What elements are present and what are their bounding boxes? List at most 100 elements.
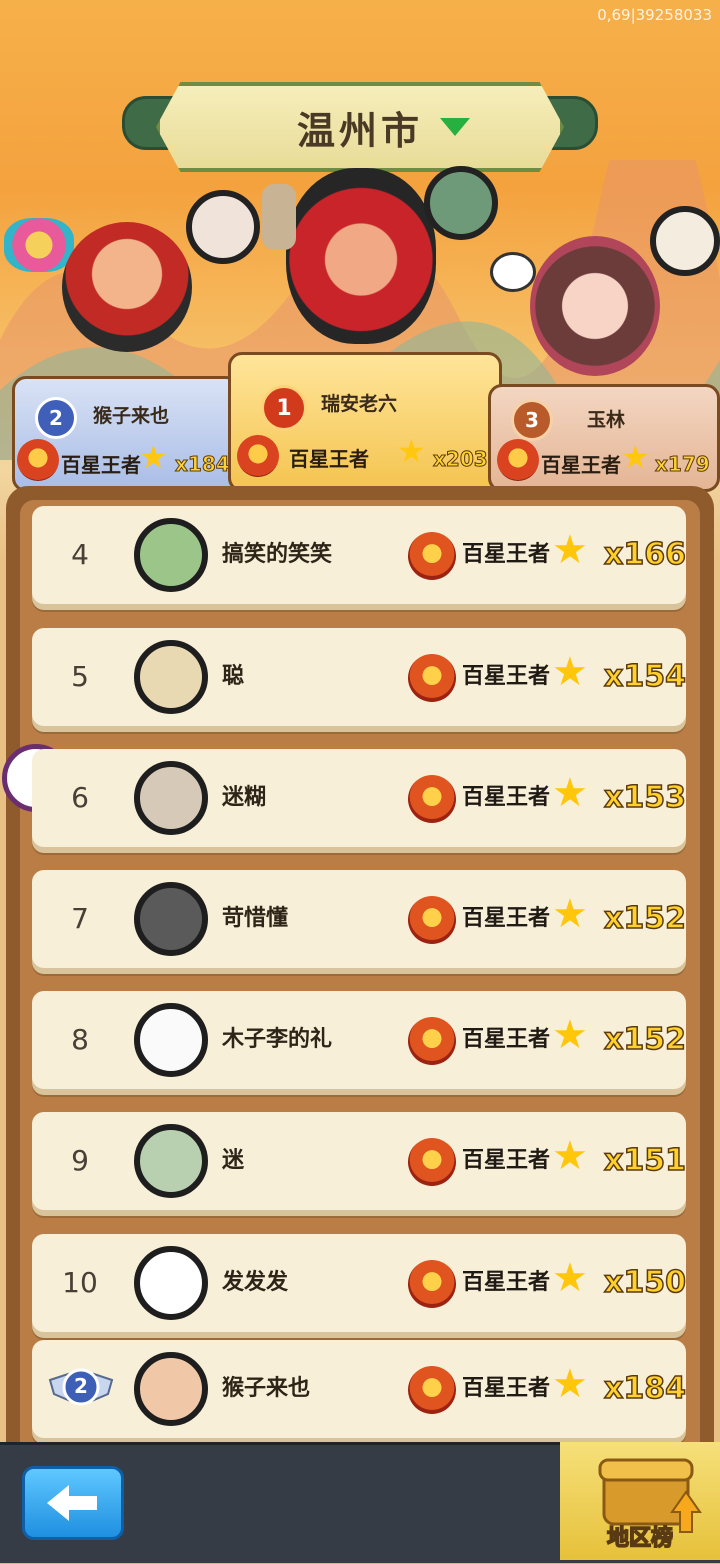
avatar[interactable] xyxy=(134,761,208,835)
leaderboard-row[interactable]: 6 迷糊 百星王者 ★ x153 xyxy=(32,749,687,847)
podium-title: 百星王者 xyxy=(541,453,621,477)
city-banner[interactable]: 温州市 xyxy=(156,82,564,172)
rank2-avatar[interactable] xyxy=(186,190,260,264)
podium-star-count: x203 xyxy=(433,447,489,472)
player-title: 百星王者 xyxy=(462,1270,551,1295)
player-title: 百星王者 xyxy=(462,906,551,931)
player-title: 百星王者 xyxy=(462,664,551,689)
leaderboard-row[interactable]: 9 迷 百星王者 ★ x151 xyxy=(32,1112,687,1210)
leaderboard-row[interactable]: 8 木子李的礼 百星王者 ★ x152 xyxy=(32,991,687,1089)
city-name: 温州市 xyxy=(296,109,423,153)
city-selector[interactable]: 温州市 xyxy=(122,82,598,172)
statue-decoration-icon xyxy=(262,184,296,250)
title-crest-icon xyxy=(408,532,456,580)
leaderboard-row[interactable]: 10 发发发 百星王者 ★ x150 xyxy=(32,1234,687,1332)
player-name: 迷 xyxy=(222,1148,245,1173)
podium-title: 百星王者 xyxy=(61,453,141,477)
star-icon: ★ xyxy=(552,1012,588,1058)
podium-name: 玉林 xyxy=(587,409,626,431)
panda-pet-icon xyxy=(490,252,536,292)
row-rank: 4 xyxy=(71,538,89,571)
region-leaderboard-label: 地区榜 xyxy=(606,1525,674,1552)
back-arrow-icon xyxy=(47,1485,97,1521)
leaderboard-row[interactable]: 7 苛惜懂 百星王者 ★ x152 xyxy=(32,870,687,968)
star-icon: ★ xyxy=(552,770,588,816)
avatar[interactable] xyxy=(134,1246,208,1320)
title-crest-icon xyxy=(408,775,456,823)
title-crest-icon xyxy=(237,435,279,477)
rank-badge-1: 1 xyxy=(261,385,307,431)
rank1-avatar[interactable] xyxy=(424,166,498,240)
avatar[interactable] xyxy=(134,1352,208,1426)
title-crest-icon xyxy=(17,439,59,481)
star-icon: ★ xyxy=(397,432,426,470)
star-icon: ★ xyxy=(139,438,168,476)
rank2-character xyxy=(62,222,192,352)
podium-name: 猴子来也 xyxy=(93,405,170,427)
player-title: 百星王者 xyxy=(462,1376,551,1401)
avatar[interactable] xyxy=(134,882,208,956)
title-crest-icon xyxy=(497,439,539,481)
row-rank: 9 xyxy=(71,1144,89,1177)
star-count: x151 xyxy=(603,1142,686,1179)
title-crest-icon xyxy=(408,1138,456,1186)
player-title: 百星王者 xyxy=(462,1148,551,1173)
podium-name: 瑞安老六 xyxy=(321,393,398,415)
title-crest-icon xyxy=(408,1017,456,1065)
row-rank: 10 xyxy=(62,1266,98,1299)
self-row[interactable]: 2 猴子来也 百星王者 ★ x184 xyxy=(32,1340,687,1438)
player-name: 搞笑的笑笑 xyxy=(222,542,333,567)
leaderboard-row[interactable]: 4 搞笑的笑笑 百星王者 ★ x166 xyxy=(32,506,687,604)
player-title: 百星王者 xyxy=(462,785,551,810)
player-title: 百星王者 xyxy=(462,1027,551,1052)
podium-star-count: x184 xyxy=(175,452,231,477)
star-icon: ★ xyxy=(552,527,588,573)
player-title: 百星王者 xyxy=(462,542,551,567)
dropdown-arrow-icon[interactable] xyxy=(440,118,470,136)
podium-rank-2[interactable]: 2 猴子来也 百星王者 ★ x184 xyxy=(12,376,240,492)
star-icon: ★ xyxy=(621,438,650,476)
star-icon: ★ xyxy=(552,1133,588,1179)
star-count: x153 xyxy=(603,779,686,816)
podium-rank-1[interactable]: 1 瑞安老六 百星王者 ★ x203 xyxy=(228,352,502,492)
leaderboard-row[interactable]: 5 聪 百星王者 ★ x154 xyxy=(32,628,687,726)
rank-badge-2: 2 xyxy=(35,397,77,439)
star-icon: ★ xyxy=(552,1255,588,1301)
lotus-decoration-icon xyxy=(4,218,74,272)
row-rank: 8 xyxy=(71,1023,89,1056)
player-name: 猴子来也 xyxy=(222,1376,311,1401)
title-crest-icon xyxy=(408,1366,456,1414)
rank1-character xyxy=(286,168,436,344)
self-rank: 2 xyxy=(74,1374,88,1398)
player-name: 迷糊 xyxy=(222,785,267,810)
debug-id-text: 0,69|39258033 xyxy=(597,6,712,24)
title-crest-icon xyxy=(408,1260,456,1308)
title-crest-icon xyxy=(408,654,456,702)
podium-star-count: x179 xyxy=(655,452,711,477)
self-rank-badge: 2 xyxy=(48,1364,114,1410)
avatar[interactable] xyxy=(134,518,208,592)
podium-rank-3[interactable]: 3 玉林 百星王者 ★ x179 xyxy=(488,384,720,492)
star-count: x150 xyxy=(603,1264,686,1301)
row-rank: 6 xyxy=(71,781,89,814)
rank3-avatar[interactable] xyxy=(650,206,720,276)
rank-badge-3: 3 xyxy=(511,399,553,441)
player-name: 发发发 xyxy=(222,1270,289,1295)
player-name: 苛惜懂 xyxy=(222,906,289,931)
back-button[interactable] xyxy=(22,1466,124,1540)
star-icon: ★ xyxy=(552,649,588,695)
star-count: x154 xyxy=(603,658,686,695)
player-name: 聪 xyxy=(222,664,245,689)
region-leaderboard-button[interactable]: 地区榜 xyxy=(560,1442,720,1560)
star-count: x184 xyxy=(603,1370,686,1407)
avatar[interactable] xyxy=(134,640,208,714)
row-rank: 5 xyxy=(71,660,89,693)
avatar[interactable] xyxy=(134,1124,208,1198)
star-icon: ★ xyxy=(552,1361,588,1407)
star-count: x152 xyxy=(603,1021,686,1058)
star-count: x166 xyxy=(603,536,686,573)
star-icon: ★ xyxy=(552,891,588,937)
avatar[interactable] xyxy=(134,1003,208,1077)
player-name: 木子李的礼 xyxy=(222,1027,333,1052)
title-crest-icon xyxy=(408,896,456,944)
